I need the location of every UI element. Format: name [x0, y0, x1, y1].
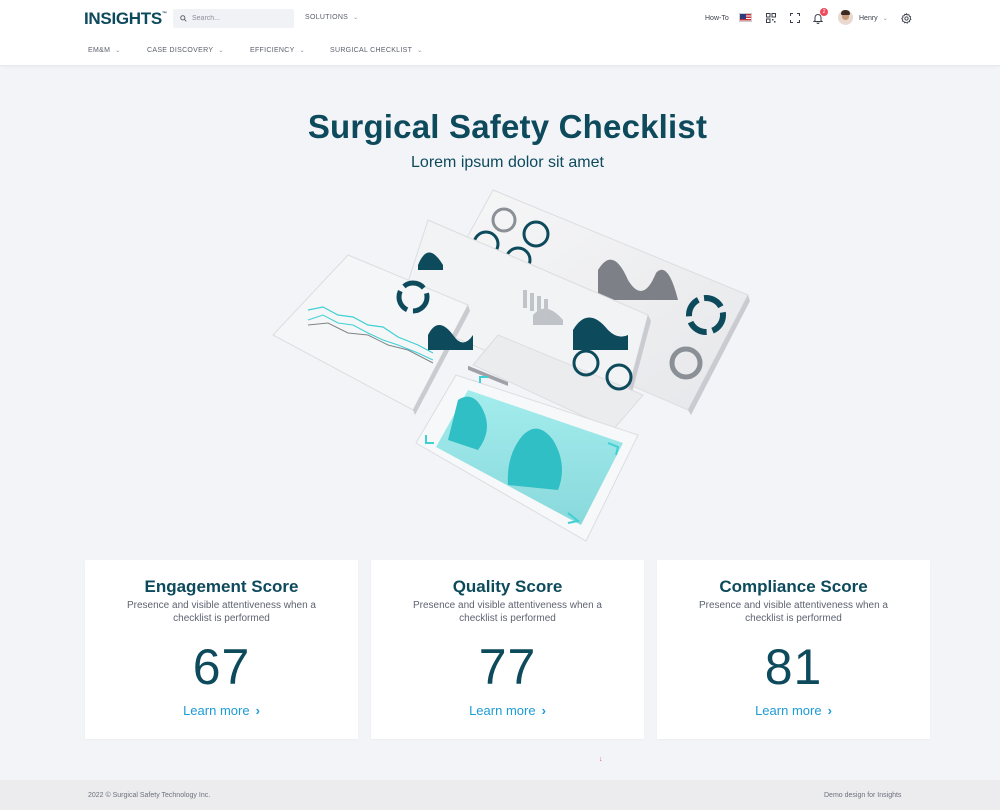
chevron-down-icon: ⌄: [115, 48, 121, 54]
page-title: Surgical Safety Checklist: [307, 108, 708, 145]
chevron-down-icon: ⌄: [882, 16, 888, 22]
footer-credit: Demo design for Insights: [824, 792, 902, 799]
card-title: Engagement Score: [144, 577, 299, 596]
flag-us-icon[interactable]: [739, 13, 752, 22]
nav-item-label: CASE DISCOVERY: [147, 47, 214, 54]
nav-item-surgical-checklist[interactable]: SURGICAL CHECKLIST ⌄: [330, 47, 423, 54]
nav-item-label: SURGICAL CHECKLIST: [330, 47, 413, 54]
avatar[interactable]: [838, 10, 853, 25]
learn-more-label: Learn more: [755, 703, 822, 718]
learn-more-link[interactable]: Learn more ›: [657, 703, 930, 718]
chevron-right-icon: ›: [255, 703, 260, 718]
chevron-down-icon: ⌄: [417, 48, 423, 54]
chevron-right-icon: ›: [827, 703, 832, 718]
sub-navigation: EM&M ⌄ CASE DISCOVERY ⌄ EFFICIENCY ⌄ SURGIC…: [0, 47, 1000, 59]
score-value: 81: [764, 639, 823, 695]
card-description: Presence and visible attentiveness when …: [126, 600, 316, 624]
top-header: INSIGHTS™ SOLUTIONS⌄ How-To 2 Henry⌄ EM&…: [0, 0, 1000, 66]
page-subtitle: Lorem ipsum dolor sit amet: [411, 154, 604, 171]
chevron-down-icon: ⌄: [218, 48, 224, 54]
chevron-right-icon: ›: [541, 703, 546, 718]
user-menu[interactable]: Henry ⌄: [859, 15, 888, 22]
score-value: 77: [478, 639, 537, 695]
learn-more-label: Learn more: [469, 703, 536, 718]
quality-score-card: Quality Score Presence and visible atten…: [371, 560, 644, 739]
card-description: Presence and visible attentiveness when …: [698, 600, 888, 624]
score-value: 67: [192, 639, 251, 695]
learn-more-link[interactable]: Learn more ›: [85, 703, 358, 718]
notification-badge: 2: [820, 8, 828, 16]
chevron-down-icon: ⌄: [299, 48, 305, 54]
dashboard-illustration: [272, 189, 750, 542]
nav-item-case-discovery[interactable]: CASE DISCOVERY ⌄: [147, 47, 224, 54]
qr-code-icon[interactable]: [765, 12, 777, 24]
nav-item-emm[interactable]: EM&M ⌄: [88, 47, 121, 54]
footer-copyright: 2022 © Surgical Safety Technology Inc.: [88, 792, 211, 799]
learn-more-link[interactable]: Learn more ›: [371, 703, 644, 718]
nav-item-label: EM&M: [88, 47, 111, 54]
page-footer: 2022 © Surgical Safety Technology Inc. D…: [0, 780, 1000, 810]
card-description: Presence and visible attentiveness when …: [412, 600, 602, 624]
scroll-down-icon[interactable]: ↓: [599, 756, 603, 763]
header-actions: How-To 2 Henry ⌄: [0, 8, 1000, 30]
nav-item-label: EFFICIENCY: [250, 47, 295, 54]
how-to-link[interactable]: How-To: [705, 15, 729, 22]
card-title: Quality Score: [452, 577, 563, 596]
fullscreen-icon[interactable]: [789, 12, 801, 24]
engagement-score-card: Engagement Score Presence and visible at…: [85, 560, 358, 739]
compliance-score-card: Compliance Score Presence and visible at…: [657, 560, 930, 739]
user-name: Henry: [859, 15, 878, 22]
learn-more-label: Learn more: [183, 703, 250, 718]
gear-icon[interactable]: [900, 12, 912, 24]
card-title: Compliance Score: [719, 577, 868, 596]
nav-item-efficiency[interactable]: EFFICIENCY ⌄: [250, 47, 305, 54]
